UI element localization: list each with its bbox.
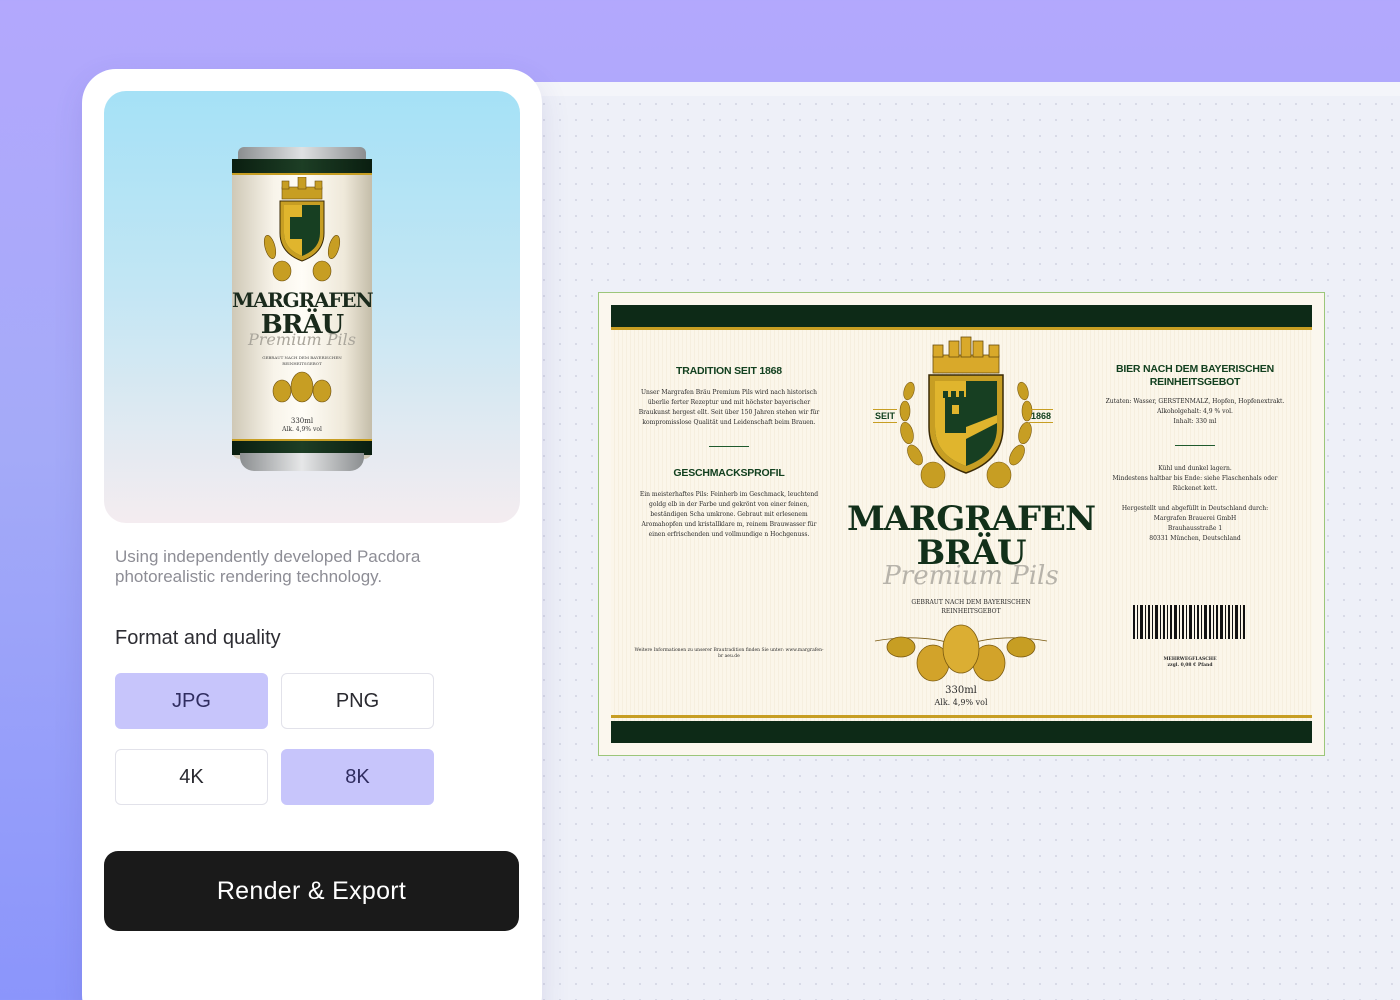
export-panel: MARGRAFEN BRÄU Premium Pils GEBRAUT NACH…: [82, 69, 542, 1000]
render-export-button[interactable]: Render & Export: [104, 851, 519, 931]
format-quality-title: Format and quality: [115, 627, 281, 649]
content-text: Inhalt: 330 ml: [1173, 418, 1217, 425]
beer-can-mockup: MARGRAFEN BRÄU Premium Pils GEBRAUT NACH…: [232, 147, 374, 473]
company-text: Margrafen Brauerei GmbH: [1153, 515, 1237, 522]
label-right-panel: BIER NACH DEM BAYERISCHEN REINHEITSGEBOT…: [1099, 363, 1291, 544]
label-dieline[interactable]: TRADITION SEIT 1868 Unser Margrafen Bräu…: [598, 292, 1325, 756]
render-preview: MARGRAFEN BRÄU Premium Pils GEBRAUT NACH…: [104, 91, 520, 523]
hops-icon: [874, 624, 1048, 682]
storage-text: Kühl und dunkel lagern.: [1158, 465, 1232, 472]
format-jpg-option[interactable]: JPG: [115, 673, 268, 729]
city-text: 80331 München, Deutschland: [1149, 535, 1241, 542]
taste-heading: GESCHMACKSPROFIL: [673, 467, 785, 479]
label-abv: Alk. 4,9% vol: [934, 698, 988, 707]
right-divider: [1175, 445, 1215, 446]
label-brand-line1: MARGRAFEN: [846, 499, 1096, 539]
crest-emblem-icon: [899, 336, 1033, 489]
can-hops-icon: [272, 371, 332, 403]
can-reinheitsgebot: GEBRAUT NACH DEM BAYERISCHEN REINHEITSGE…: [262, 355, 342, 366]
label-script: Premium Pils: [883, 561, 1059, 591]
label-volume: 330ml: [945, 685, 977, 696]
barcode-icon: [1133, 605, 1245, 639]
tradition-heading: TRADITION SEIT 1868: [676, 365, 782, 377]
deposit-text-2: zzgl. 0,08 € Pfand: [1167, 663, 1213, 668]
alcohol-text: Alkoholgehalt: 4,9 % vol.: [1157, 408, 1233, 415]
ingredients-text: Zutaten: Wasser, GERSTENMALZ, Hopfen, Ho…: [1105, 398, 1285, 405]
can-script: Premium Pils: [248, 330, 356, 349]
tradition-text: Unser Margrafen Bräu Premium Pils wird n…: [638, 389, 820, 426]
left-divider: [709, 446, 749, 447]
label-footer-text: Weitere Informationen zu unserer Brautra…: [634, 648, 824, 659]
best-before-text: Mindestens haltbar bis Ende: siehe Flasc…: [1112, 475, 1278, 492]
label-left-panel: TRADITION SEIT 1868 Unser Margrafen Bräu…: [633, 365, 825, 540]
label-top-band: [611, 305, 1312, 327]
label-artwork: TRADITION SEIT 1868 Unser Margrafen Bräu…: [611, 305, 1312, 743]
can-top-band: [232, 159, 372, 173]
can-brand-line1: MARGRAFEN: [232, 288, 374, 312]
street-text: Brauhausstraße 1: [1167, 525, 1223, 532]
reinheitsgebot-heading: BIER NACH DEM BAYERISCHEN REINHEITSGEBOT: [1116, 363, 1274, 388]
can-abv: Alk. 4,9% vol: [282, 426, 322, 433]
can-volume: 330ml: [290, 417, 314, 425]
seit-label: SEIT: [873, 409, 898, 423]
quality-4k-option[interactable]: 4K: [115, 749, 268, 805]
taste-text: Ein meisterhaftes Pils: Feinherb im Gesc…: [639, 491, 819, 538]
can-top-gold: [232, 173, 372, 175]
format-png-option[interactable]: PNG: [281, 673, 434, 729]
label-bottom-gold-line: [611, 715, 1312, 718]
can-base: [240, 453, 364, 471]
label-bottom-band: [611, 721, 1312, 743]
rendering-caption: Using independently developed Pacdora ph…: [115, 547, 421, 586]
made-by-text: Hergestellt und abgefüllt in Deutschland…: [1121, 505, 1269, 512]
quality-8k-option[interactable]: 8K: [281, 749, 434, 805]
label-top-gold-line: [611, 327, 1312, 330]
can-crest-icon: [263, 177, 341, 282]
year-label: 1868: [1029, 409, 1054, 423]
